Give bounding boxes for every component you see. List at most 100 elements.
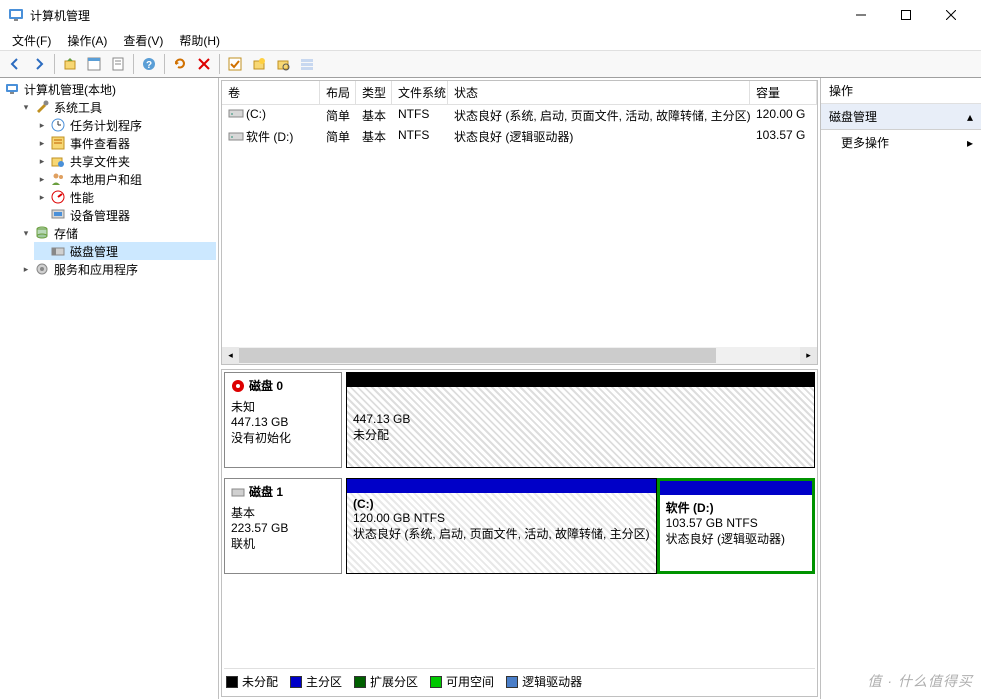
part-size: 103.57 GB NTFS [666, 516, 806, 530]
tree-local-users[interactable]: ▸ 本地用户和组 [34, 170, 216, 188]
vol-name: (C:) [246, 107, 266, 121]
minimize-button[interactable] [838, 0, 883, 30]
vol-fs: NTFS [392, 126, 448, 148]
part-size: 447.13 GB [353, 412, 808, 426]
col-layout[interactable]: 布局 [320, 81, 356, 104]
disk-type: 基本 [231, 504, 335, 521]
collapse-icon[interactable]: ▾ [20, 101, 32, 113]
clock-icon [50, 117, 66, 133]
actions-more[interactable]: 更多操作 ▸ [821, 130, 981, 155]
maximize-button[interactable] [883, 0, 928, 30]
services-icon [34, 261, 50, 277]
volume-row[interactable]: 软件 (D:) 简单 基本 NTFS 状态良好 (逻辑驱动器) 103.57 G [222, 126, 817, 148]
perf-icon [50, 189, 66, 205]
drive-icon [228, 107, 244, 123]
tree-root[interactable]: 计算机管理(本地) [2, 80, 216, 98]
disk-graphics-pane[interactable]: 磁盘 0 未知 447.13 GB 没有初始化 447.13 GB 未分配 [221, 369, 818, 697]
volume-list[interactable]: 卷 布局 类型 文件系统 状态 容量 (C:) 简单 基本 NTFS 状态良好 … [221, 80, 818, 365]
col-capacity[interactable]: 容量 [750, 81, 817, 104]
actions-header: 操作 [821, 78, 981, 104]
part-status: 状态良好 (逻辑驱动器) [666, 530, 806, 547]
refresh-button[interactable] [169, 53, 191, 75]
partition-unallocated[interactable]: 447.13 GB 未分配 [346, 372, 815, 468]
partition-c[interactable]: (C:) 120.00 GB NTFS 状态良好 (系统, 启动, 页面文件, … [346, 478, 657, 574]
tree-label: 事件查看器 [70, 135, 130, 152]
back-button[interactable] [4, 53, 26, 75]
vol-status: 状态良好 (系统, 启动, 页面文件, 活动, 故障转储, 主分区) [448, 105, 750, 126]
disk-row[interactable]: 磁盘 0 未知 447.13 GB 没有初始化 447.13 GB 未分配 [224, 372, 815, 468]
scroll-left-icon[interactable]: ◂ [222, 347, 239, 364]
check-button[interactable] [224, 53, 246, 75]
vol-status: 状态良好 (逻辑驱动器) [448, 126, 750, 148]
scroll-right-icon[interactable]: ▸ [800, 347, 817, 364]
col-fs[interactable]: 文件系统 [392, 81, 448, 104]
tree-disk-management[interactable]: 磁盘管理 [34, 242, 216, 260]
expand-icon[interactable]: ▸ [36, 119, 48, 131]
tree-performance[interactable]: ▸ 性能 [34, 188, 216, 206]
col-type[interactable]: 类型 [356, 81, 392, 104]
col-status[interactable]: 状态 [448, 81, 750, 104]
tree-system-tools[interactable]: ▾ 系统工具 [18, 98, 216, 116]
swatch-logical [506, 676, 518, 688]
legend-label: 逻辑驱动器 [522, 673, 582, 690]
disk-row[interactable]: 磁盘 1 基本 223.57 GB 联机 (C:) 120.00 GB NTFS… [224, 478, 815, 574]
expand-icon[interactable]: ▸ [20, 263, 32, 275]
list-button[interactable] [296, 53, 318, 75]
event-icon [50, 135, 66, 151]
tree-shared-folders[interactable]: ▸ 共享文件夹 [34, 152, 216, 170]
new-button[interactable] [248, 53, 270, 75]
expand-icon[interactable]: ▸ [36, 173, 48, 185]
tree-label: 设备管理器 [70, 207, 130, 224]
tree-device-manager[interactable]: 设备管理器 [34, 206, 216, 224]
vol-type: 基本 [356, 105, 392, 126]
actions-section[interactable]: 磁盘管理 ▴ [821, 104, 981, 130]
legend-label: 扩展分区 [370, 673, 418, 690]
tree-storage[interactable]: ▾ 存储 [18, 224, 216, 242]
storage-icon [34, 225, 50, 241]
volume-row[interactable]: (C:) 简单 基本 NTFS 状态良好 (系统, 启动, 页面文件, 活动, … [222, 105, 817, 126]
device-icon [50, 207, 66, 223]
vol-capacity: 120.00 G [750, 105, 817, 126]
explore-button[interactable] [272, 53, 294, 75]
menu-file[interactable]: 文件(F) [4, 30, 59, 51]
menu-view[interactable]: 查看(V) [115, 30, 171, 51]
tree-event-viewer[interactable]: ▸ 事件查看器 [34, 134, 216, 152]
collapse-icon[interactable]: ▴ [967, 110, 973, 124]
disk-info[interactable]: 磁盘 0 未知 447.13 GB 没有初始化 [224, 372, 342, 468]
collapse-icon[interactable]: ▾ [20, 227, 32, 239]
tree-label: 共享文件夹 [70, 153, 130, 170]
expand-icon[interactable]: ▸ [36, 191, 48, 203]
expand-icon[interactable]: ▸ [36, 137, 48, 149]
menu-action[interactable]: 操作(A) [59, 30, 115, 51]
view-button[interactable] [83, 53, 105, 75]
users-icon [50, 171, 66, 187]
properties-button[interactable] [107, 53, 129, 75]
spacer-icon [36, 209, 48, 221]
vol-name: 软件 (D:) [246, 130, 293, 144]
swatch-extended [354, 676, 366, 688]
tree-label: 本地用户和组 [70, 171, 142, 188]
col-volume[interactable]: 卷 [222, 81, 320, 104]
tree-label: 性能 [70, 189, 94, 206]
tree-label: 任务计划程序 [70, 117, 142, 134]
vol-layout: 简单 [320, 126, 356, 148]
menu-help[interactable]: 帮助(H) [171, 30, 228, 51]
tree-pane[interactable]: 计算机管理(本地) ▾ 系统工具 ▸ 任务计划程序 ▸ 事件查看器 [0, 78, 219, 699]
tree-task-scheduler[interactable]: ▸ 任务计划程序 [34, 116, 216, 134]
horizontal-scrollbar[interactable]: ◂ ▸ [222, 347, 817, 364]
disk-size: 447.13 GB [231, 415, 335, 429]
disk-info[interactable]: 磁盘 1 基本 223.57 GB 联机 [224, 478, 342, 574]
expand-icon[interactable]: ▸ [36, 155, 48, 167]
title-bar: 计算机管理 [0, 0, 981, 30]
partition-d[interactable]: 软件 (D:) 103.57 GB NTFS 状态良好 (逻辑驱动器) [657, 478, 815, 574]
delete-button[interactable] [193, 53, 215, 75]
disk-init: 没有初始化 [231, 429, 335, 446]
tree-services[interactable]: ▸ 服务和应用程序 [18, 260, 216, 278]
swatch-primary [290, 676, 302, 688]
forward-button[interactable] [28, 53, 50, 75]
swatch-unalloc [226, 676, 238, 688]
spacer-icon [36, 245, 48, 257]
up-button[interactable] [59, 53, 81, 75]
help-button[interactable]: ? [138, 53, 160, 75]
close-button[interactable] [928, 0, 973, 30]
